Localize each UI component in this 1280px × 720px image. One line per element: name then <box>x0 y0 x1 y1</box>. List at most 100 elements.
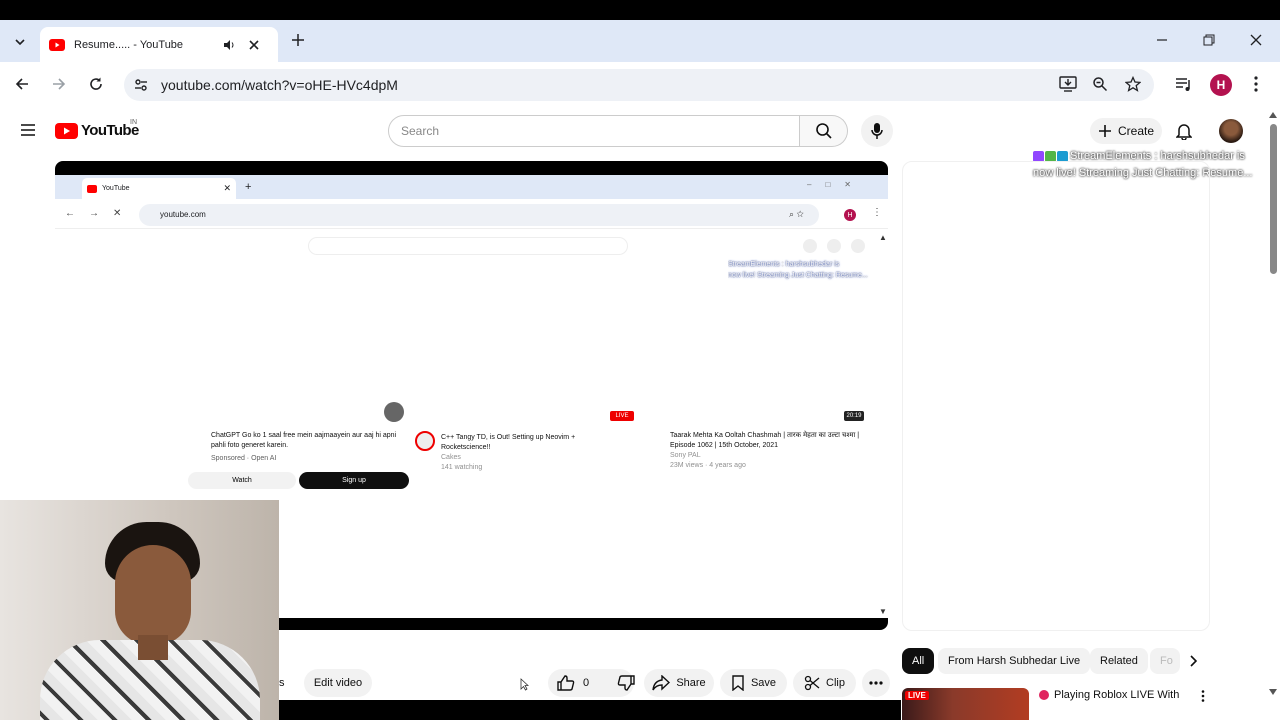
inner-icon-skeletons <box>803 239 865 253</box>
chip-related[interactable]: Related <box>1090 648 1148 674</box>
inner-stream-line2: now live! Streaming Just Chatting: Resum… <box>728 272 868 279</box>
like-button[interactable]: 0 <box>557 675 589 691</box>
sidebar-video-thumbnail[interactable]: LIVE <box>902 688 1029 720</box>
create-button[interactable]: Create <box>1090 118 1162 144</box>
edit-video-button[interactable]: Edit video <box>304 669 372 697</box>
create-label: Create <box>1118 124 1155 138</box>
site-info-button[interactable] <box>133 77 149 93</box>
inner-window-controls: –□✕ <box>807 180 865 189</box>
reload-icon <box>88 76 104 92</box>
mouse-cursor-icon <box>520 678 529 691</box>
more-actions-button[interactable] <box>862 669 890 697</box>
inner-card-live-badge: LIVE <box>610 411 634 421</box>
youtube-favicon-icon <box>49 38 65 51</box>
browser-menu-button[interactable] <box>1253 76 1259 92</box>
arrow-right-icon <box>51 76 67 92</box>
chip-partial[interactable]: Fo <box>1150 648 1180 674</box>
restore-button[interactable] <box>1203 34 1215 46</box>
bookmark-icon <box>731 675 745 691</box>
scrollbar-thumb[interactable] <box>1270 124 1277 274</box>
tab-title: Resume..... - YouTube <box>74 38 184 51</box>
back-button[interactable] <box>14 76 30 92</box>
region-code: IN <box>130 119 137 126</box>
ad-title: ChatGPT Go ko 1 saal free mein aajmaayei… <box>211 432 397 449</box>
scroll-up-arrow-icon[interactable] <box>1269 112 1277 118</box>
sidebar-video-menu-button[interactable] <box>1201 690 1205 702</box>
ad-signup-button: Sign up <box>299 472 409 489</box>
inner-close-icon: ✕ <box>223 183 231 193</box>
voice-search-button[interactable] <box>861 115 893 147</box>
scroll-down-arrow-icon[interactable] <box>1269 689 1277 695</box>
thumbs-down-icon <box>617 675 635 691</box>
inner-address-bar <box>139 204 819 226</box>
inner-tab-title: YouTube <box>102 185 130 192</box>
url-text[interactable]: youtube.com/watch?v=oHE-HVc4dpM <box>161 77 398 93</box>
install-icon <box>1059 76 1077 92</box>
minimize-button[interactable] <box>1155 34 1169 46</box>
bell-icon <box>1176 122 1192 140</box>
webcam-overlay <box>0 500 279 720</box>
share-icon <box>652 675 671 691</box>
like-dislike-group: 0 <box>548 669 635 697</box>
more-horizontal-icon <box>869 681 883 685</box>
clip-button[interactable]: Clip <box>793 669 856 697</box>
guide-menu-button[interactable] <box>20 123 36 137</box>
inner-toolbar-icons: ⌕ ☆ <box>789 209 804 219</box>
notifications-button[interactable] <box>1176 122 1192 140</box>
chip-from-channel[interactable]: From Harsh Subhedar Live <box>938 648 1091 674</box>
inner-card-live: C++ Tangy TD, is Out! Setting up Neovim … <box>441 433 611 473</box>
ad-watch-button: Watch <box>188 472 296 489</box>
episode-card-title: Taarak Mehta Ka Ooltah Chashmah | तारक म… <box>670 432 860 449</box>
inner-stream-notification: StreamElements : harshsubhedar is now li… <box>728 259 888 281</box>
account-avatar[interactable] <box>1219 119 1243 143</box>
tune-icon <box>133 77 149 93</box>
inner-scroll-up-icon: ▲ <box>879 233 887 242</box>
arrow-left-icon <box>14 76 30 92</box>
live-dot-icon <box>1039 690 1049 700</box>
zoom-icon <box>1092 76 1108 92</box>
page-scrollbar[interactable] <box>1266 108 1280 700</box>
chip-all[interactable]: All <box>902 648 935 674</box>
webcam-person-neck <box>138 635 168 660</box>
episode-card-views: 23M views · 4 years ago <box>670 462 746 469</box>
inner-menu-icon: ⋮ <box>872 207 882 218</box>
speaker-icon[interactable] <box>222 38 236 52</box>
episode-card-channel: Sony PAL <box>670 452 701 459</box>
chips-next-button[interactable] <box>1180 648 1206 674</box>
tab-search-button[interactable] <box>8 30 32 54</box>
new-tab-button[interactable] <box>290 32 306 48</box>
plus-icon <box>290 32 306 48</box>
ad-meta: Sponsored · Open AI <box>211 455 277 462</box>
reload-button[interactable] <box>88 76 104 92</box>
inner-youtube-favicon-icon <box>87 184 97 193</box>
restore-icon <box>1203 34 1215 46</box>
partial-left-button[interactable]: s <box>279 677 285 689</box>
sidebar-live-badge: LIVE <box>905 691 929 700</box>
share-button[interactable]: Share <box>644 669 714 697</box>
more-vertical-icon <box>1253 76 1259 92</box>
more-vertical-icon <box>1201 690 1205 702</box>
media-control-button[interactable] <box>1175 76 1193 92</box>
webcam-person-face <box>115 545 191 645</box>
search-icon <box>815 122 833 140</box>
forward-button[interactable] <box>51 76 67 92</box>
zoom-button[interactable] <box>1092 76 1108 92</box>
search-button[interactable] <box>800 115 848 147</box>
minimize-icon <box>1155 34 1169 46</box>
inner-scroll-down-icon: ▼ <box>879 607 887 616</box>
profile-avatar[interactable]: H <box>1210 74 1232 96</box>
loading-spinner <box>384 402 404 422</box>
inner-search-skeleton <box>308 237 628 255</box>
bookmark-button[interactable] <box>1125 76 1141 92</box>
screen-top-bar <box>0 0 1280 20</box>
close-tab-icon[interactable] <box>249 39 259 50</box>
youtube-logo[interactable]: YouTube <box>55 122 139 139</box>
search-input[interactable]: Search <box>388 115 800 147</box>
sidebar-video-title-row[interactable]: Playing Roblox LIVE With <box>1039 689 1179 701</box>
install-app-button[interactable] <box>1059 76 1077 92</box>
close-window-button[interactable] <box>1250 34 1262 46</box>
thumbs-up-icon <box>557 675 575 691</box>
dislike-button[interactable] <box>617 675 635 691</box>
save-button[interactable]: Save <box>720 669 787 697</box>
browser-tab[interactable]: Resume..... - YouTube <box>40 27 278 62</box>
